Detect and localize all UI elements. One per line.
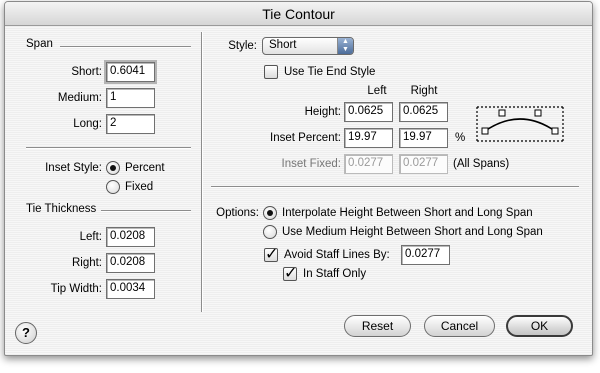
- inset-percent-label[interactable]: Percent: [125, 162, 165, 174]
- right-column-header: Right: [410, 85, 438, 97]
- in-staff-only-checkbox[interactable]: [283, 263, 297, 282]
- avoid-staff-lines-label[interactable]: Avoid Staff Lines By:: [284, 249, 390, 261]
- medium-span-field[interactable]: 1: [106, 88, 155, 108]
- height-label: Height:: [304, 106, 341, 118]
- inset-percent-radio[interactable]: [106, 161, 120, 175]
- inset-fixed-right-field: 0.0277: [399, 154, 448, 174]
- thickness-left-field[interactable]: 0.0208: [106, 227, 155, 247]
- avoid-staff-lines-field[interactable]: 0.0277: [401, 245, 450, 265]
- avoid-staff-lines-checkbox[interactable]: [264, 244, 278, 263]
- use-tie-end-style-label[interactable]: Use Tie End Style: [284, 66, 375, 78]
- short-span-field[interactable]: 0.6041: [106, 62, 155, 82]
- inset-fixed-radio[interactable]: [106, 180, 120, 194]
- inset-style-label: Inset Style:: [45, 162, 102, 174]
- interpolate-height-radio[interactable]: [263, 206, 277, 220]
- left-divider-1: [26, 147, 191, 149]
- tie-contour-dialog: Tie Contour Span Short: 0.6041 Medium: 1…: [4, 1, 593, 356]
- inset-percent-right-field[interactable]: 19.97: [399, 128, 448, 148]
- short-span-label: Short:: [71, 66, 102, 78]
- inset-percent-left-field[interactable]: 19.97: [344, 128, 393, 148]
- inset-fixed-field-label: Inset Fixed:: [281, 158, 341, 170]
- long-span-label: Long:: [73, 118, 102, 130]
- use-tie-end-style-checkbox[interactable]: [264, 65, 278, 79]
- reset-button[interactable]: Reset: [344, 315, 411, 337]
- interpolate-height-label[interactable]: Interpolate Height Between Short and Lon…: [282, 207, 533, 219]
- style-popup[interactable]: Short ▲ ▼: [262, 37, 354, 55]
- in-staff-only-label[interactable]: In Staff Only: [303, 268, 366, 280]
- style-popup-value: Short: [269, 39, 297, 51]
- inset-percent-field-label: Inset Percent:: [270, 132, 341, 144]
- right-divider: [211, 186, 579, 188]
- height-right-field[interactable]: 0.0625: [399, 102, 448, 122]
- window-title: Tie Contour: [5, 2, 592, 26]
- left-column-header: Left: [367, 85, 387, 97]
- thickness-right-label: Right:: [71, 257, 102, 269]
- thickness-left-label: Left:: [79, 231, 102, 243]
- up-down-arrows-icon: ▲ ▼: [337, 38, 353, 54]
- long-span-field[interactable]: 2: [106, 114, 155, 134]
- span-divider: [60, 46, 191, 48]
- medium-span-label: Medium:: [57, 92, 102, 104]
- height-left-field[interactable]: 0.0625: [344, 102, 393, 122]
- tip-width-label: Tip Width:: [50, 283, 102, 295]
- style-label: Style:: [228, 40, 257, 52]
- tie-curve-preview-icon: [475, 105, 567, 143]
- medium-height-label[interactable]: Use Medium Height Between Short and Long…: [282, 226, 543, 238]
- tip-width-field[interactable]: 0.0034: [106, 279, 155, 299]
- span-group-title: Span: [26, 38, 53, 50]
- inset-fixed-left-field: 0.0277: [344, 154, 393, 174]
- tie-thickness-divider: [101, 210, 191, 212]
- ok-button[interactable]: OK: [506, 315, 573, 337]
- tie-thickness-title: Tie Thickness: [26, 203, 97, 215]
- column-divider: [201, 32, 203, 312]
- percent-unit: %: [455, 132, 466, 144]
- medium-height-radio[interactable]: [263, 225, 277, 239]
- inset-fixed-label[interactable]: Fixed: [125, 181, 153, 193]
- options-label: Options:: [216, 207, 259, 219]
- all-spans-note: (All Spans): [453, 158, 510, 170]
- cancel-button[interactable]: Cancel: [424, 315, 495, 337]
- help-icon[interactable]: ?: [15, 322, 37, 344]
- thickness-right-field[interactable]: 0.0208: [106, 253, 155, 273]
